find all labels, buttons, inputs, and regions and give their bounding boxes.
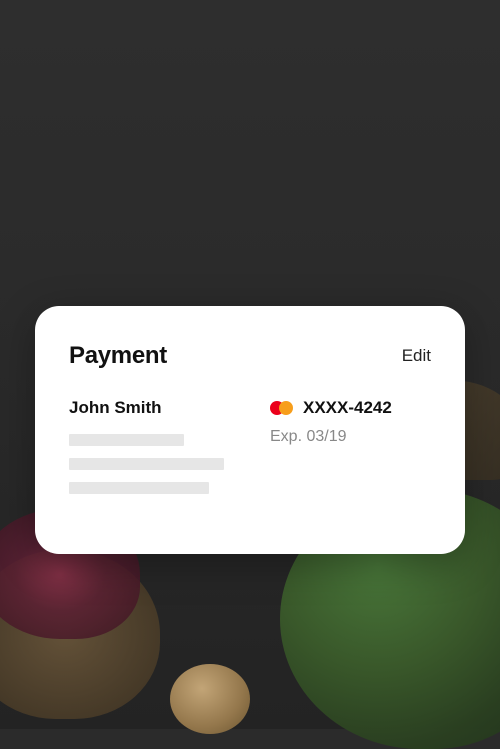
mastercard-icon [270, 401, 293, 415]
potato-decor [170, 664, 250, 734]
edit-button[interactable]: Edit [402, 346, 431, 366]
skeleton-line [69, 434, 184, 446]
billing-column: John Smith [69, 398, 230, 506]
payment-card: Payment Edit John Smith XXXX-4242 Exp. 0… [35, 306, 465, 554]
cardholder-name: John Smith [69, 398, 230, 418]
expiry-label: Exp. 03/19 [270, 428, 431, 446]
card-header: Payment Edit [69, 342, 431, 370]
card-body: John Smith XXXX-4242 Exp. 03/19 [69, 398, 431, 506]
skeleton-line [69, 458, 224, 470]
card-number-row: XXXX-4242 [270, 398, 431, 418]
card-title: Payment [69, 342, 167, 370]
card-details-column: XXXX-4242 Exp. 03/19 [270, 398, 431, 506]
masked-card-number: XXXX-4242 [303, 398, 392, 418]
skeleton-line [69, 482, 209, 494]
